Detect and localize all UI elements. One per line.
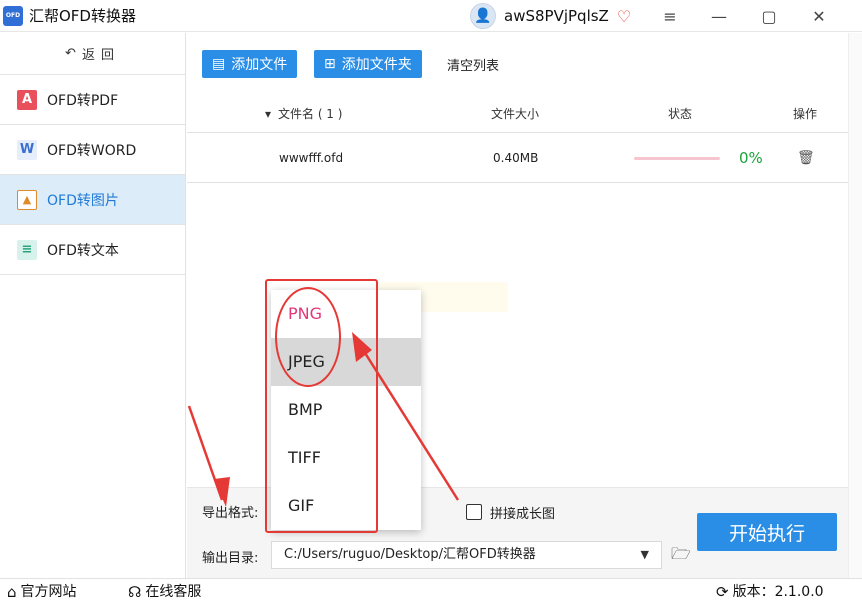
support-headset-icon: ☊ bbox=[128, 583, 142, 601]
annotation-arrows bbox=[187, 332, 460, 507]
version-info[interactable]: ⟳ 版本：2.1.0.0 bbox=[716, 579, 824, 604]
status-bar: ⌂ 官方网站 ☊ 在线客服 ⟳ 版本：2.1.0.0 bbox=[0, 578, 862, 604]
refresh-icon: ⟳ bbox=[716, 583, 729, 601]
online-support-link[interactable]: ☊ 在线客服 bbox=[128, 579, 201, 604]
version-label: 版本：2.1.0.0 bbox=[732, 584, 824, 600]
annotation-arrow-line-2 bbox=[358, 344, 460, 501]
official-website-link[interactable]: ⌂ 官方网站 bbox=[7, 579, 77, 604]
annotation-arrowhead-1 bbox=[214, 477, 230, 507]
official-website-label: 官方网站 bbox=[20, 584, 77, 600]
home-icon: ⌂ bbox=[7, 583, 17, 601]
online-support-label: 在线客服 bbox=[145, 584, 202, 600]
